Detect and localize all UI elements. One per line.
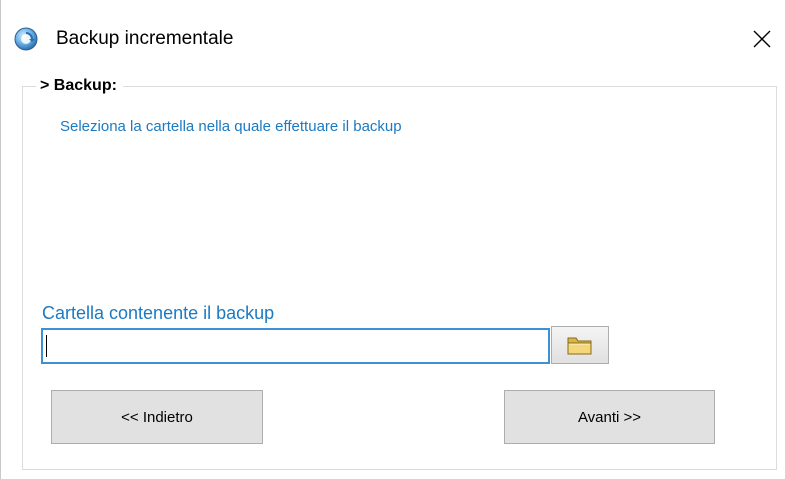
folder-icon (567, 337, 592, 355)
instruction-text: Seleziona la cartella nella quale effett… (60, 118, 402, 135)
close-button[interactable] (745, 22, 779, 56)
backup-dialog-window: Backup incrementale > Backup: Seleziona … (0, 0, 785, 479)
next-button[interactable]: Avanti >> (504, 390, 715, 444)
browse-folder-button[interactable] (551, 326, 609, 364)
close-icon (753, 30, 771, 48)
back-button[interactable]: << Indietro (51, 390, 263, 444)
app-icon (14, 27, 38, 51)
window-title: Backup incrementale (56, 28, 234, 49)
text-caret (46, 335, 47, 357)
backup-folder-input[interactable] (41, 328, 550, 364)
groupbox-legend: > Backup: (36, 76, 123, 96)
title-bar: Backup incrementale (0, 0, 785, 70)
backup-folder-label: Cartella contenente il backup (42, 303, 275, 323)
window-border (0, 0, 1, 479)
